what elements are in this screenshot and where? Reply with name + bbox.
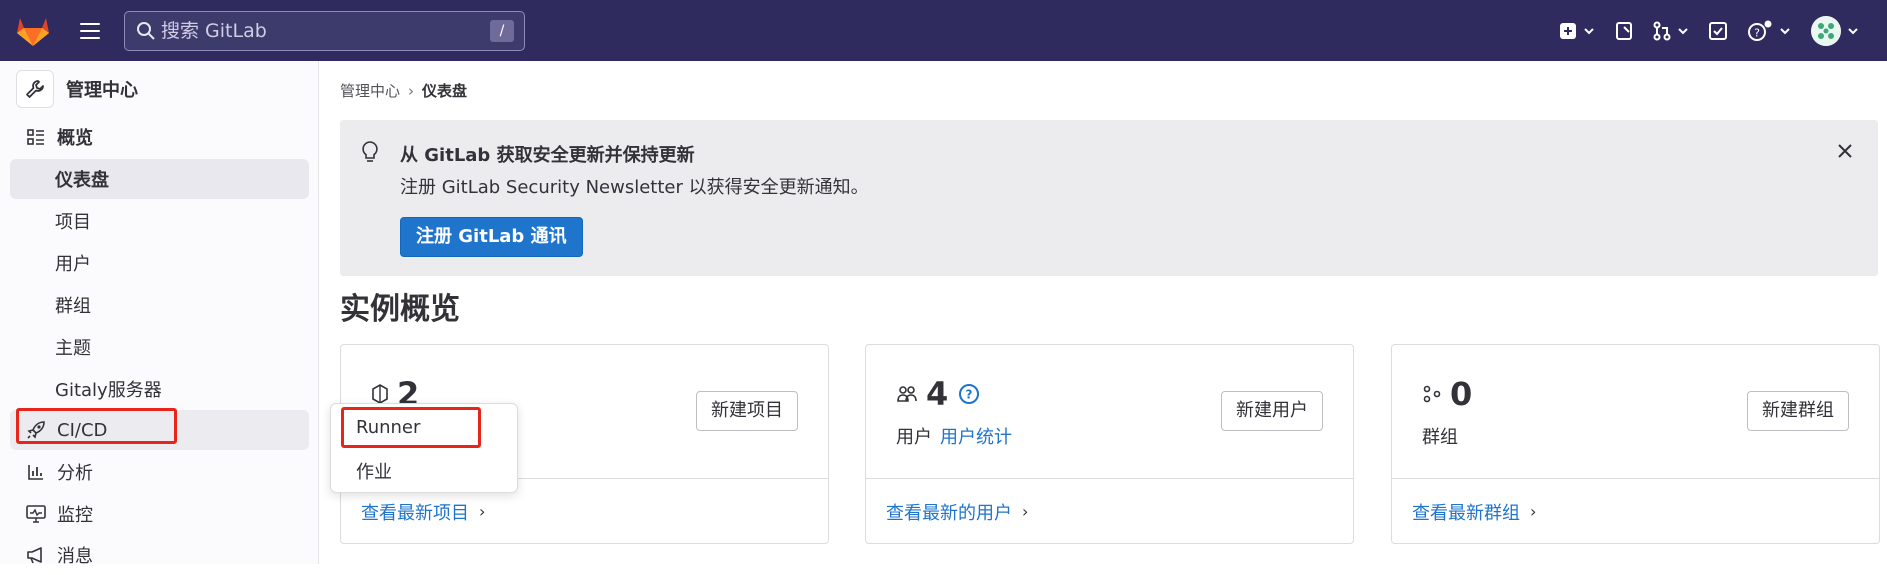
view-latest-users-link[interactable]: 查看最新的用户 › [866, 478, 1353, 544]
sidebar: 管理中心 概览 仪表盘 项目 用户 群组 主题 Gitaly服务器 CI/CD … [0, 61, 319, 567]
users-count: 4 ? [896, 375, 980, 413]
wrench-icon [16, 70, 54, 108]
groups-card: 0 群组 新建群组 查看最新群组 › [1391, 344, 1880, 544]
breadcrumb: 管理中心 › 仪表盘 [340, 80, 467, 101]
sidebar-item-monitoring[interactable]: 监控 [10, 494, 309, 534]
close-icon[interactable] [1834, 140, 1856, 162]
subscribe-newsletter-button[interactable]: 注册 GitLab 通讯 [400, 217, 583, 257]
group-icon [1423, 385, 1441, 403]
sidebar-item-label: 分析 [57, 463, 93, 484]
sidebar-item-label: 仪表盘 [55, 170, 109, 191]
bullhorn-icon [25, 544, 47, 566]
todo-button[interactable] [1699, 11, 1737, 51]
sidebar-item-label: Gitaly服务器 [55, 380, 162, 401]
sidebar-item-gitaly-servers[interactable]: Gitaly服务器 [10, 369, 309, 409]
question-circle-icon[interactable]: ? [958, 383, 980, 405]
chevron-right-icon: › [1022, 502, 1029, 521]
monitor-icon [25, 503, 47, 525]
sidebar-item-label: 消息 [57, 546, 93, 567]
user-menu-button[interactable] [1801, 11, 1887, 51]
search-icon [137, 22, 155, 40]
view-latest-groups-link[interactable]: 查看最新群组 › [1392, 478, 1879, 544]
top-icons: ? [1549, 0, 1887, 61]
sidebar-item-label: 监控 [57, 505, 93, 526]
help-button[interactable]: ? [1737, 11, 1801, 51]
footer-link-label: 查看最新的用户 [886, 502, 1012, 524]
sidebar-item-groups[interactable]: 群组 [10, 285, 309, 325]
sidebar-item-label: 群组 [55, 296, 91, 317]
search-input[interactable] [161, 20, 481, 42]
highlight-box-runner [341, 407, 481, 448]
issues-button[interactable] [1605, 11, 1643, 51]
security-newsletter-banner: 从 GitLab 获取安全更新并保持更新 注册 GitLab Security … [340, 120, 1878, 276]
sidebar-item-analytics[interactable]: 分析 [10, 452, 309, 492]
sidebar-item-overview[interactable]: 概览 [10, 117, 309, 157]
breadcrumb-current: 仪表盘 [422, 82, 468, 100]
merge-requests-button[interactable] [1643, 11, 1699, 51]
users-card: 4 ? 用户 用户统计 新建用户 查看最新的用户 › [865, 344, 1354, 544]
users-subline: 用户 用户统计 [896, 423, 1012, 449]
svg-text:?: ? [966, 388, 973, 402]
sidebar-title: 管理中心 [66, 80, 138, 101]
project-icon [372, 384, 388, 404]
users-icon [897, 386, 917, 402]
users-label: 用户 [896, 427, 932, 448]
footer-link-label: 查看最新群组 [1412, 502, 1520, 524]
users-count-value: 4 [926, 375, 949, 413]
sidebar-item-users[interactable]: 用户 [10, 243, 309, 283]
groups-subline: 群组 [1422, 423, 1458, 449]
sidebar-item-topics[interactable]: 主题 [10, 327, 309, 367]
top-bar: / ? [0, 0, 1887, 61]
todo-icon [1709, 21, 1727, 40]
new-user-button[interactable]: 新建用户 [1221, 391, 1323, 431]
chevron-down-icon [1678, 27, 1688, 34]
chevron-down-icon [1848, 27, 1858, 34]
groups-count: 0 [1422, 375, 1472, 413]
overview-icon [25, 126, 47, 148]
page-title: 实例概览 [340, 292, 460, 327]
chevron-right-icon: › [1530, 502, 1537, 521]
chevron-right-icon: › [408, 81, 415, 100]
sidebar-header[interactable]: 管理中心 [16, 69, 306, 109]
user-statistics-link[interactable]: 用户统计 [940, 427, 1012, 448]
help-icon: ? [1748, 20, 1772, 41]
chart-icon [25, 461, 47, 483]
chevron-right-icon: › [479, 502, 486, 521]
chevron-down-icon [1780, 27, 1790, 34]
menu-toggle-icon[interactable] [76, 17, 104, 45]
issues-icon [1616, 21, 1632, 40]
sidebar-item-messages[interactable]: 消息 [10, 535, 309, 575]
banner-title: 从 GitLab 获取安全更新并保持更新 [400, 145, 695, 166]
flyout-item-jobs[interactable]: 作业 [356, 458, 392, 484]
groups-label: 群组 [1422, 427, 1458, 448]
search-shortcut-key: / [490, 20, 514, 42]
breadcrumb-parent[interactable]: 管理中心 [340, 80, 400, 101]
sidebar-item-label: 项目 [55, 212, 91, 233]
sidebar-item-projects[interactable]: 项目 [10, 201, 309, 241]
highlight-box-cicd [16, 408, 177, 444]
sidebar-item-label: 用户 [55, 254, 91, 275]
footer-link-label: 查看最新项目 [361, 502, 469, 524]
plus-square-icon [1560, 22, 1576, 39]
gitlab-logo-icon[interactable] [15, 13, 51, 47]
sidebar-item-label: 主题 [55, 338, 91, 359]
chevron-down-icon [1584, 27, 1594, 34]
lightbulb-icon [362, 141, 378, 162]
search-box[interactable]: / [124, 11, 525, 51]
merge-request-icon [1653, 21, 1671, 40]
new-group-button[interactable]: 新建群组 [1747, 391, 1849, 431]
sidebar-item-dashboard[interactable]: 仪表盘 [10, 159, 309, 199]
groups-count-value: 0 [1450, 375, 1473, 413]
user-avatar [1811, 15, 1841, 46]
banner-description: 注册 GitLab Security Newsletter 以获得安全更新通知。 [400, 177, 869, 198]
sidebar-item-label: 概览 [57, 128, 93, 149]
svg-text:?: ? [1754, 26, 1760, 39]
new-project-button[interactable]: 新建项目 [696, 391, 798, 431]
create-new-button[interactable] [1549, 11, 1605, 51]
